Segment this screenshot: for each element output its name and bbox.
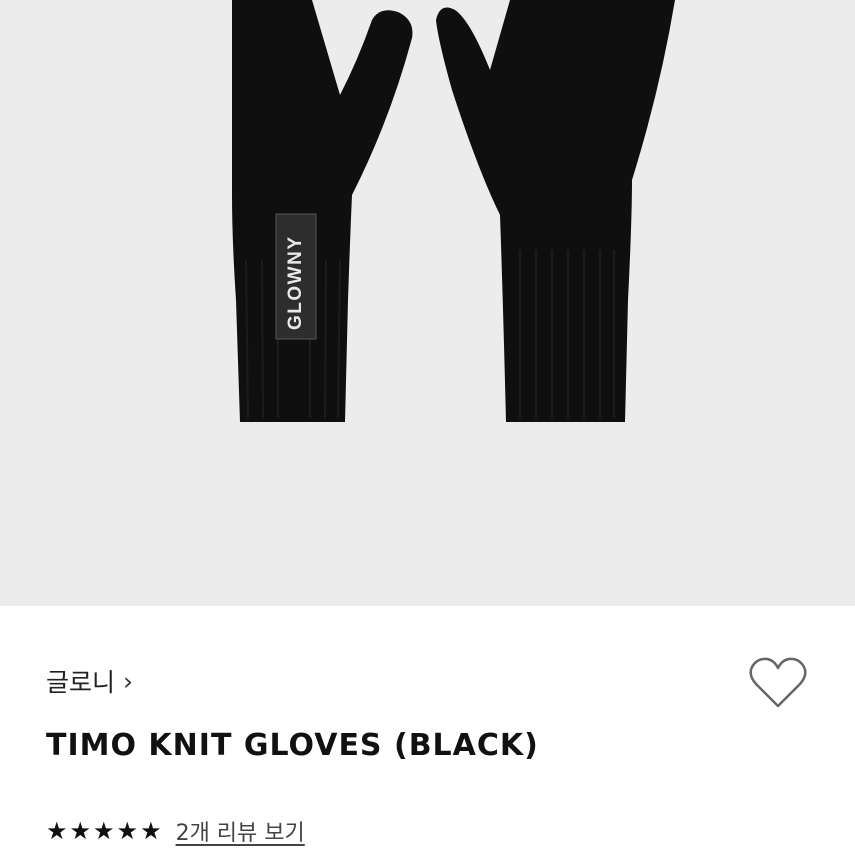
wishlist-button[interactable]: [748, 656, 808, 712]
chevron-right-icon: ›: [123, 666, 134, 696]
gloves-photo: GLOWNY: [232, 0, 675, 422]
rating-row: ★ ★ ★ ★ ★ 2개 리뷰 보기: [46, 815, 305, 847]
rating-stars: ★ ★ ★ ★ ★: [46, 819, 162, 843]
star-filled-icon: ★: [93, 817, 115, 845]
brand-link[interactable]: 글로니 ›: [46, 664, 133, 698]
product-title: TIMO KNIT GLOVES (BLACK): [46, 728, 539, 763]
star-filled-icon: ★: [140, 817, 162, 845]
left-glove: GLOWNY: [232, 0, 413, 422]
product-image[interactable]: GLOWNY: [0, 0, 855, 606]
star-filled-icon: ★: [69, 817, 92, 845]
heart-outline-icon: [749, 657, 807, 708]
brand-name: 글로니: [46, 668, 116, 697]
star-filled-icon: ★: [46, 817, 68, 845]
reviews-link[interactable]: 2개 리뷰 보기: [176, 815, 305, 847]
star-filled-icon: ★: [116, 817, 139, 845]
right-glove: [436, 0, 675, 422]
glove-label-text: GLOWNY: [285, 236, 306, 331]
